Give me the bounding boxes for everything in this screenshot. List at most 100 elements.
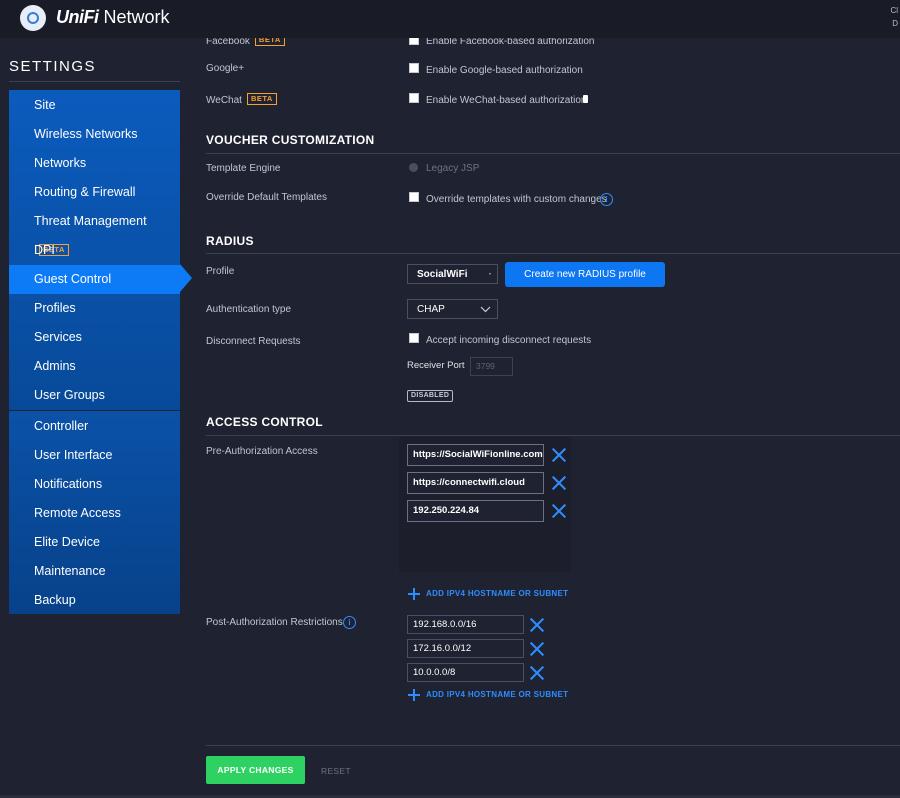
sidebar-item-user-groups[interactable]: User Groups <box>9 381 180 410</box>
pre-auth-label: Pre-Authorization Access <box>206 446 318 457</box>
header-shadow <box>190 30 900 38</box>
radius-divider <box>206 253 900 254</box>
status-badge: DISABLED <box>407 390 454 402</box>
sidebar-item-controller[interactable]: Controller <box>9 412 180 441</box>
wechat-auth-checkbox[interactable] <box>409 93 419 103</box>
radius-section-title: RADIUS <box>206 234 254 248</box>
plus-icon[interactable] <box>408 588 420 600</box>
settings-menu-controller: Controller User Interface Notifications … <box>9 411 180 614</box>
info-icon[interactable]: i <box>600 193 613 206</box>
sidebar-item-label: Remote Access <box>34 506 121 520</box>
pre-auth-entry[interactable]: https://SocialWiFionline.com <box>407 444 544 466</box>
create-radius-profile-button[interactable]: Create new RADIUS profile <box>505 262 665 287</box>
info-icon[interactable]: i <box>343 616 356 629</box>
wechat-beta-badge: BETA <box>246 93 277 105</box>
close-icon[interactable] <box>530 666 544 680</box>
header-corner-text-top: Cl <box>890 6 898 15</box>
auth-type-value: CHAP <box>417 304 445 315</box>
sidebar-item-maintenance[interactable]: Maintenance <box>9 557 180 586</box>
access-control-section-title: ACCESS CONTROL <box>206 415 323 429</box>
radius-profile-select[interactable]: SocialWiFi · <box>407 264 498 284</box>
sidebar-item-label: Backup <box>34 593 76 607</box>
post-auth-entry[interactable]: 192.168.0.0/16 <box>407 615 524 634</box>
post-auth-entry[interactable]: 172.16.0.0/12 <box>407 639 524 658</box>
footer-divider <box>206 745 900 746</box>
sidebar-item-label: DPI <box>34 243 55 257</box>
auth-type-label: Authentication type <box>206 304 292 315</box>
template-engine-radio[interactable] <box>409 163 418 172</box>
voucher-section-title: VOUCHER CUSTOMIZATION <box>206 133 375 147</box>
google-auth-checkbox[interactable] <box>409 63 419 73</box>
post-auth-entry[interactable]: 10.0.0.0/8 <box>407 663 524 682</box>
access-control-divider <box>206 435 900 436</box>
disconnect-requests-checkbox[interactable] <box>409 333 419 343</box>
settings-menu-site: Site Wireless Networks Networks Routing … <box>9 90 180 410</box>
sidebar-item-label: User Interface <box>34 448 113 462</box>
settings-divider <box>9 81 180 82</box>
auth-type-select[interactable]: CHAP <box>407 299 498 319</box>
close-icon[interactable] <box>552 476 566 490</box>
select-caret-icon: · <box>488 269 492 280</box>
sidebar-item-label: Threat Management <box>34 214 147 228</box>
sidebar-item-label: Networks <box>34 156 87 170</box>
override-templates-label: Override Default Templates <box>206 192 327 203</box>
add-pre-auth-hostname-link[interactable]: ADD IPV4 HOSTNAME OR SUBNET <box>426 589 568 598</box>
add-post-auth-hostname-link[interactable]: ADD IPV4 HOSTNAME OR SUBNET <box>426 690 568 699</box>
unifi-logo-icon[interactable] <box>20 5 46 31</box>
phone-icon <box>583 95 588 103</box>
sidebar-item-wireless-networks[interactable]: Wireless Networks <box>9 120 180 149</box>
close-icon[interactable] <box>530 618 544 632</box>
sidebar-item-dpi[interactable]: DPI <box>9 236 180 265</box>
disconnect-requests-label: Disconnect Requests <box>206 336 301 347</box>
voucher-divider <box>206 153 900 154</box>
apply-changes-button[interactable]: APPLY CHANGES <box>206 756 305 784</box>
active-item-arrow <box>180 264 192 292</box>
settings-title: SETTINGS <box>9 58 97 75</box>
sidebar-item-label: Maintenance <box>34 564 106 578</box>
radius-profile-value: SocialWiFi <box>417 269 468 280</box>
sidebar-item-label: Elite Device <box>34 535 100 549</box>
sidebar-item-notifications[interactable]: Notifications <box>9 470 180 499</box>
sidebar-item-label: Services <box>34 330 82 344</box>
post-auth-label: Post-Authorization Restrictions <box>206 617 343 628</box>
sidebar-item-networks[interactable]: Networks <box>9 149 180 178</box>
sidebar-item-elite-device[interactable]: Elite Device <box>9 528 180 557</box>
sidebar-item-label: Notifications <box>34 477 103 491</box>
wechat-label-text: WeChat <box>206 95 242 106</box>
sidebar-item-profiles[interactable]: Profiles <box>9 294 180 323</box>
sidebar-item-routing-firewall[interactable]: Routing & Firewall <box>9 178 180 207</box>
sidebar-item-threat-management[interactable]: Threat ManagementBETA <box>9 207 180 256</box>
sidebar-item-label: Controller <box>34 419 89 433</box>
brand-name: UniFi Network <box>56 7 170 28</box>
close-icon[interactable] <box>552 448 566 462</box>
pre-auth-entry[interactable]: https://connectwifi.cloud <box>407 472 544 494</box>
template-engine-label: Template Engine <box>206 163 281 174</box>
override-templates-option: Override templates with custom changes <box>426 194 607 205</box>
sidebar-item-label: Profiles <box>34 301 76 315</box>
override-templates-checkbox[interactable] <box>409 192 419 202</box>
wechat-auth-option: Enable WeChat-based authorization <box>426 95 587 106</box>
sidebar-item-label: Wireless Networks <box>34 127 138 141</box>
sidebar-item-label: Admins <box>34 359 76 373</box>
radius-profile-label: Profile <box>206 266 235 277</box>
plus-icon[interactable] <box>408 689 420 701</box>
sidebar-item-services[interactable]: Services <box>9 323 180 352</box>
close-icon[interactable] <box>552 504 566 518</box>
receiver-port-label: Receiver Port <box>407 360 465 371</box>
close-icon[interactable] <box>530 642 544 656</box>
sidebar-item-backup[interactable]: Backup <box>9 586 180 615</box>
sidebar-item-guest-control[interactable]: Guest Control <box>9 265 180 294</box>
brand-network: Network <box>103 7 170 27</box>
wechat-label: WeChat BETA <box>206 93 277 106</box>
google-auth-option: Enable Google-based authorization <box>426 65 583 76</box>
sidebar-item-user-interface[interactable]: User Interface <box>9 441 180 470</box>
pre-auth-entry[interactable]: 192.250.224.84 <box>407 500 544 522</box>
reset-button[interactable]: RESET <box>321 766 351 776</box>
receiver-port-input[interactable]: 3799 <box>470 357 513 376</box>
sidebar-item-label: Site <box>34 98 56 112</box>
sidebar-item-admins[interactable]: Admins <box>9 352 180 381</box>
sidebar-item-site[interactable]: Site <box>9 91 180 120</box>
header-corner-text-bottom: D <box>892 19 898 28</box>
disconnect-requests-option: Accept incoming disconnect requests <box>426 335 592 346</box>
sidebar-item-remote-access[interactable]: Remote Access <box>9 499 180 528</box>
